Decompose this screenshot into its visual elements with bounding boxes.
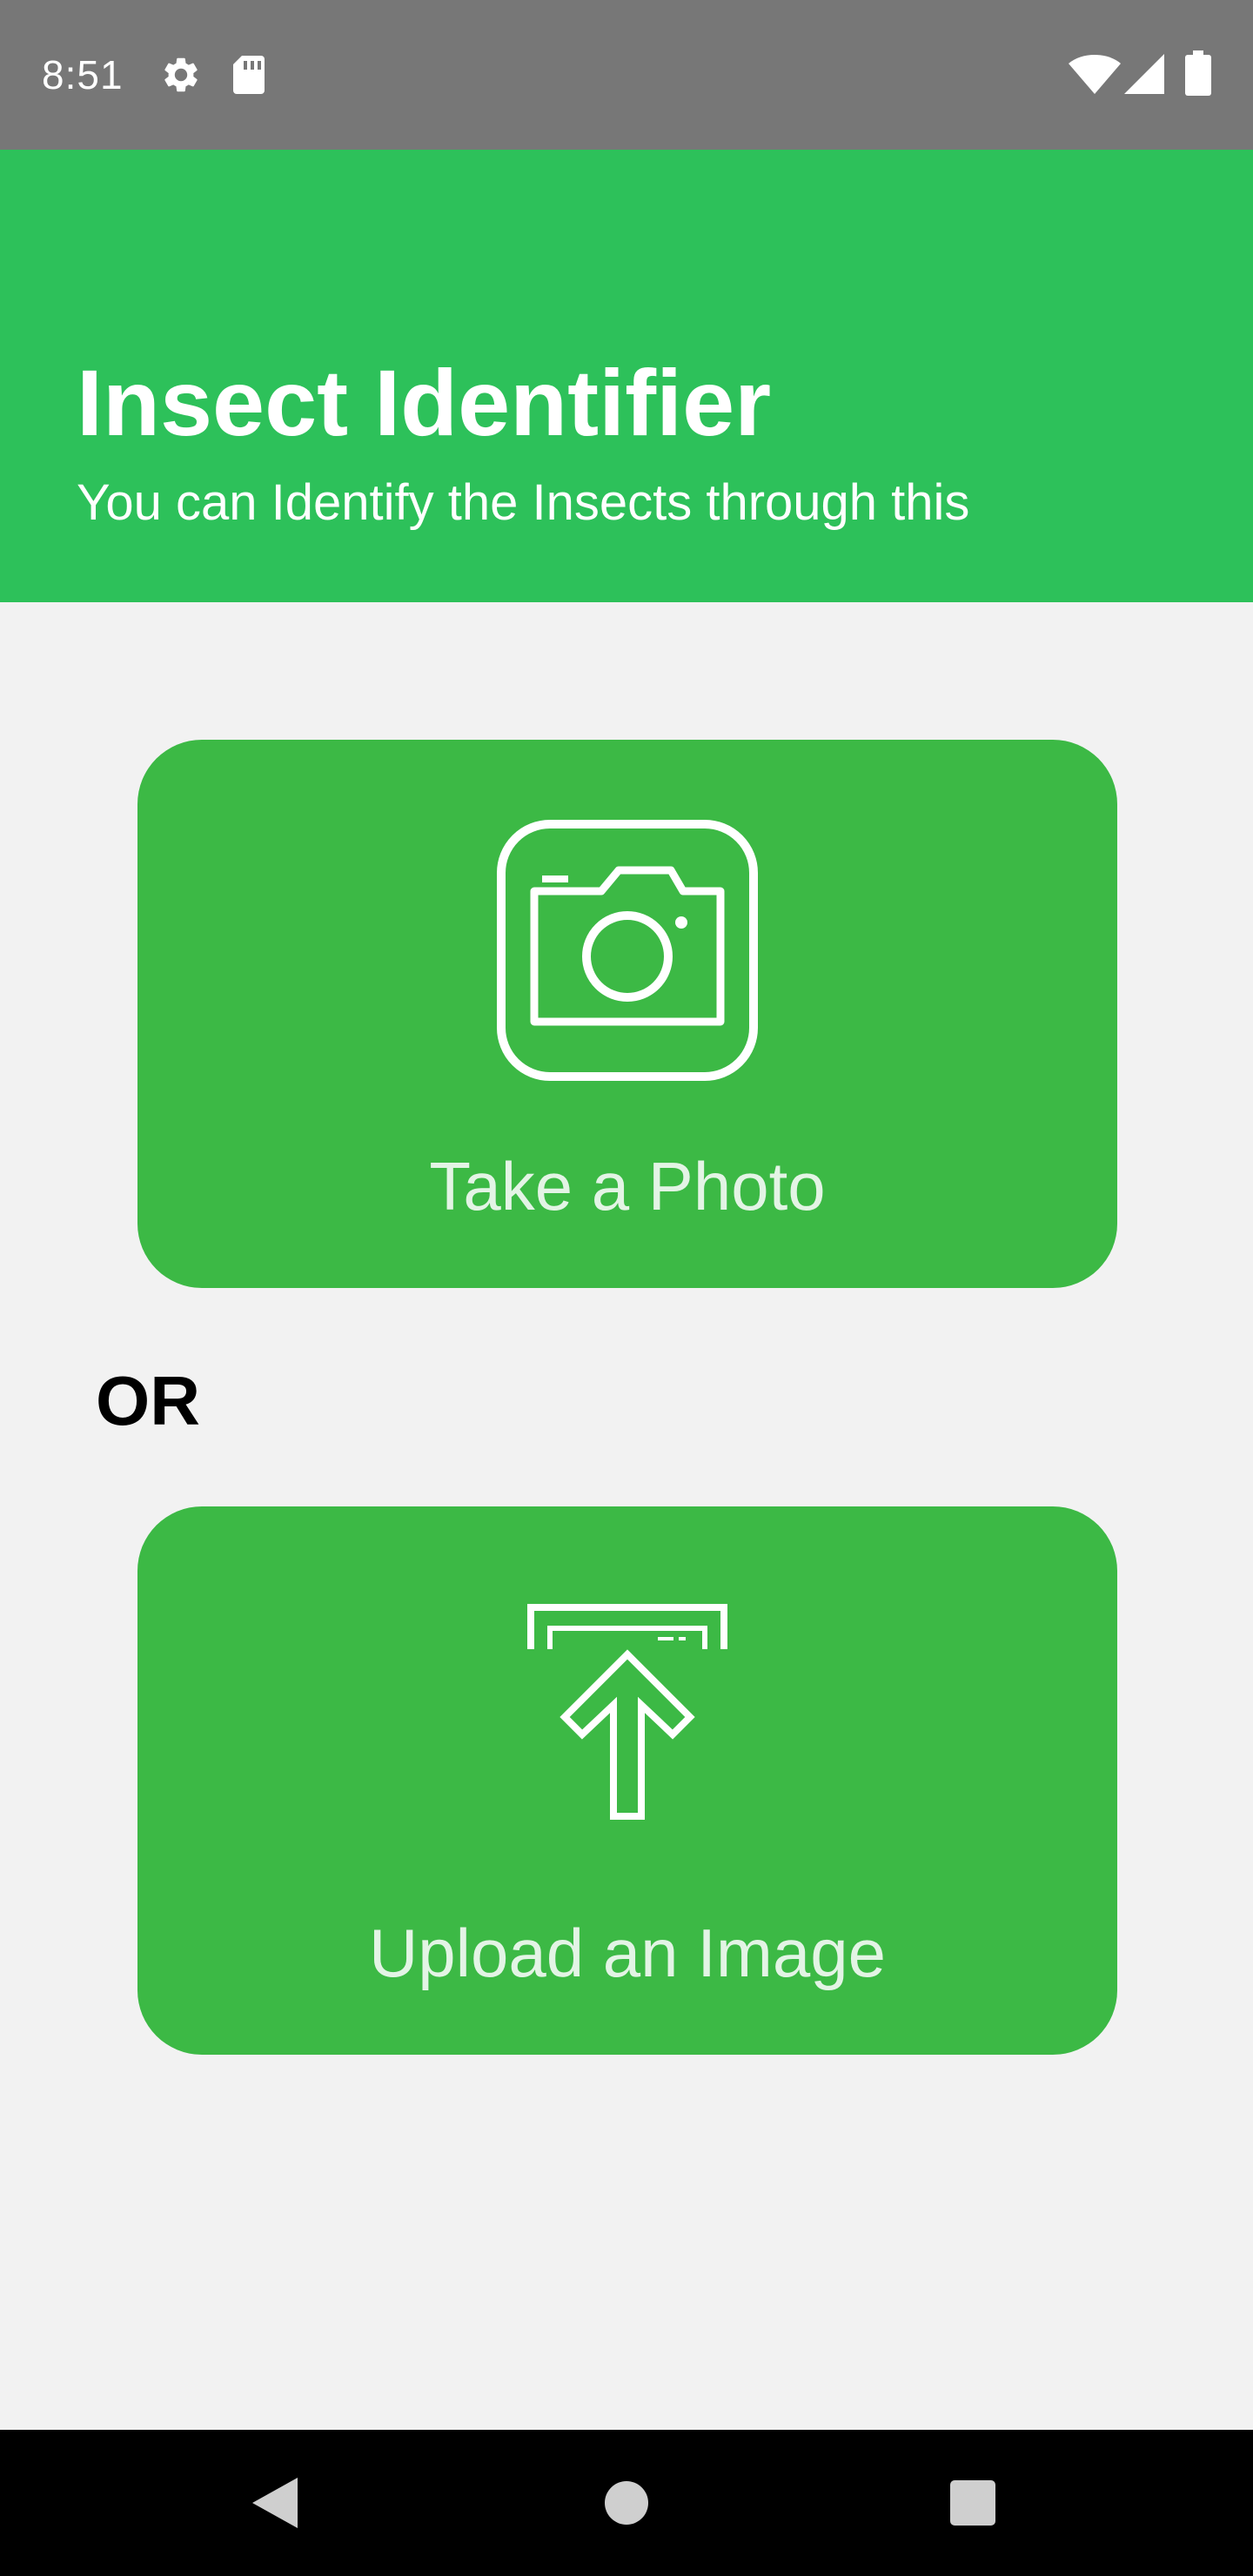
- page-subtitle: You can Identify the Insects through thi…: [77, 474, 970, 531]
- gear-icon: [164, 57, 198, 92]
- take-photo-button[interactable]: Take a Photo: [137, 740, 1117, 1288]
- system-nav-bar: [0, 2430, 1253, 2576]
- battery-icon: [1185, 50, 1211, 96]
- camera-icon: [497, 820, 758, 1081]
- upload-image-label: Upload an Image: [368, 1915, 887, 1991]
- cell-signal-icon: [1124, 54, 1164, 94]
- page-title: Insect Identifier: [77, 350, 772, 455]
- status-time: 8:51: [42, 52, 124, 97]
- home-icon[interactable]: [604, 2480, 649, 2526]
- back-icon[interactable]: [252, 2478, 298, 2528]
- wifi-icon: [1069, 55, 1121, 94]
- recents-icon[interactable]: [950, 2480, 995, 2526]
- upload-icon: [527, 1604, 727, 1820]
- upload-image-button[interactable]: Upload an Image: [137, 1506, 1117, 2055]
- or-separator: OR: [96, 1362, 200, 1439]
- status-bar: 8:51: [0, 0, 1253, 150]
- take-photo-label: Take a Photo: [429, 1148, 826, 1224]
- app-header: Insect Identifier You can Identify the I…: [0, 150, 1253, 602]
- sd-card-icon: [233, 56, 265, 94]
